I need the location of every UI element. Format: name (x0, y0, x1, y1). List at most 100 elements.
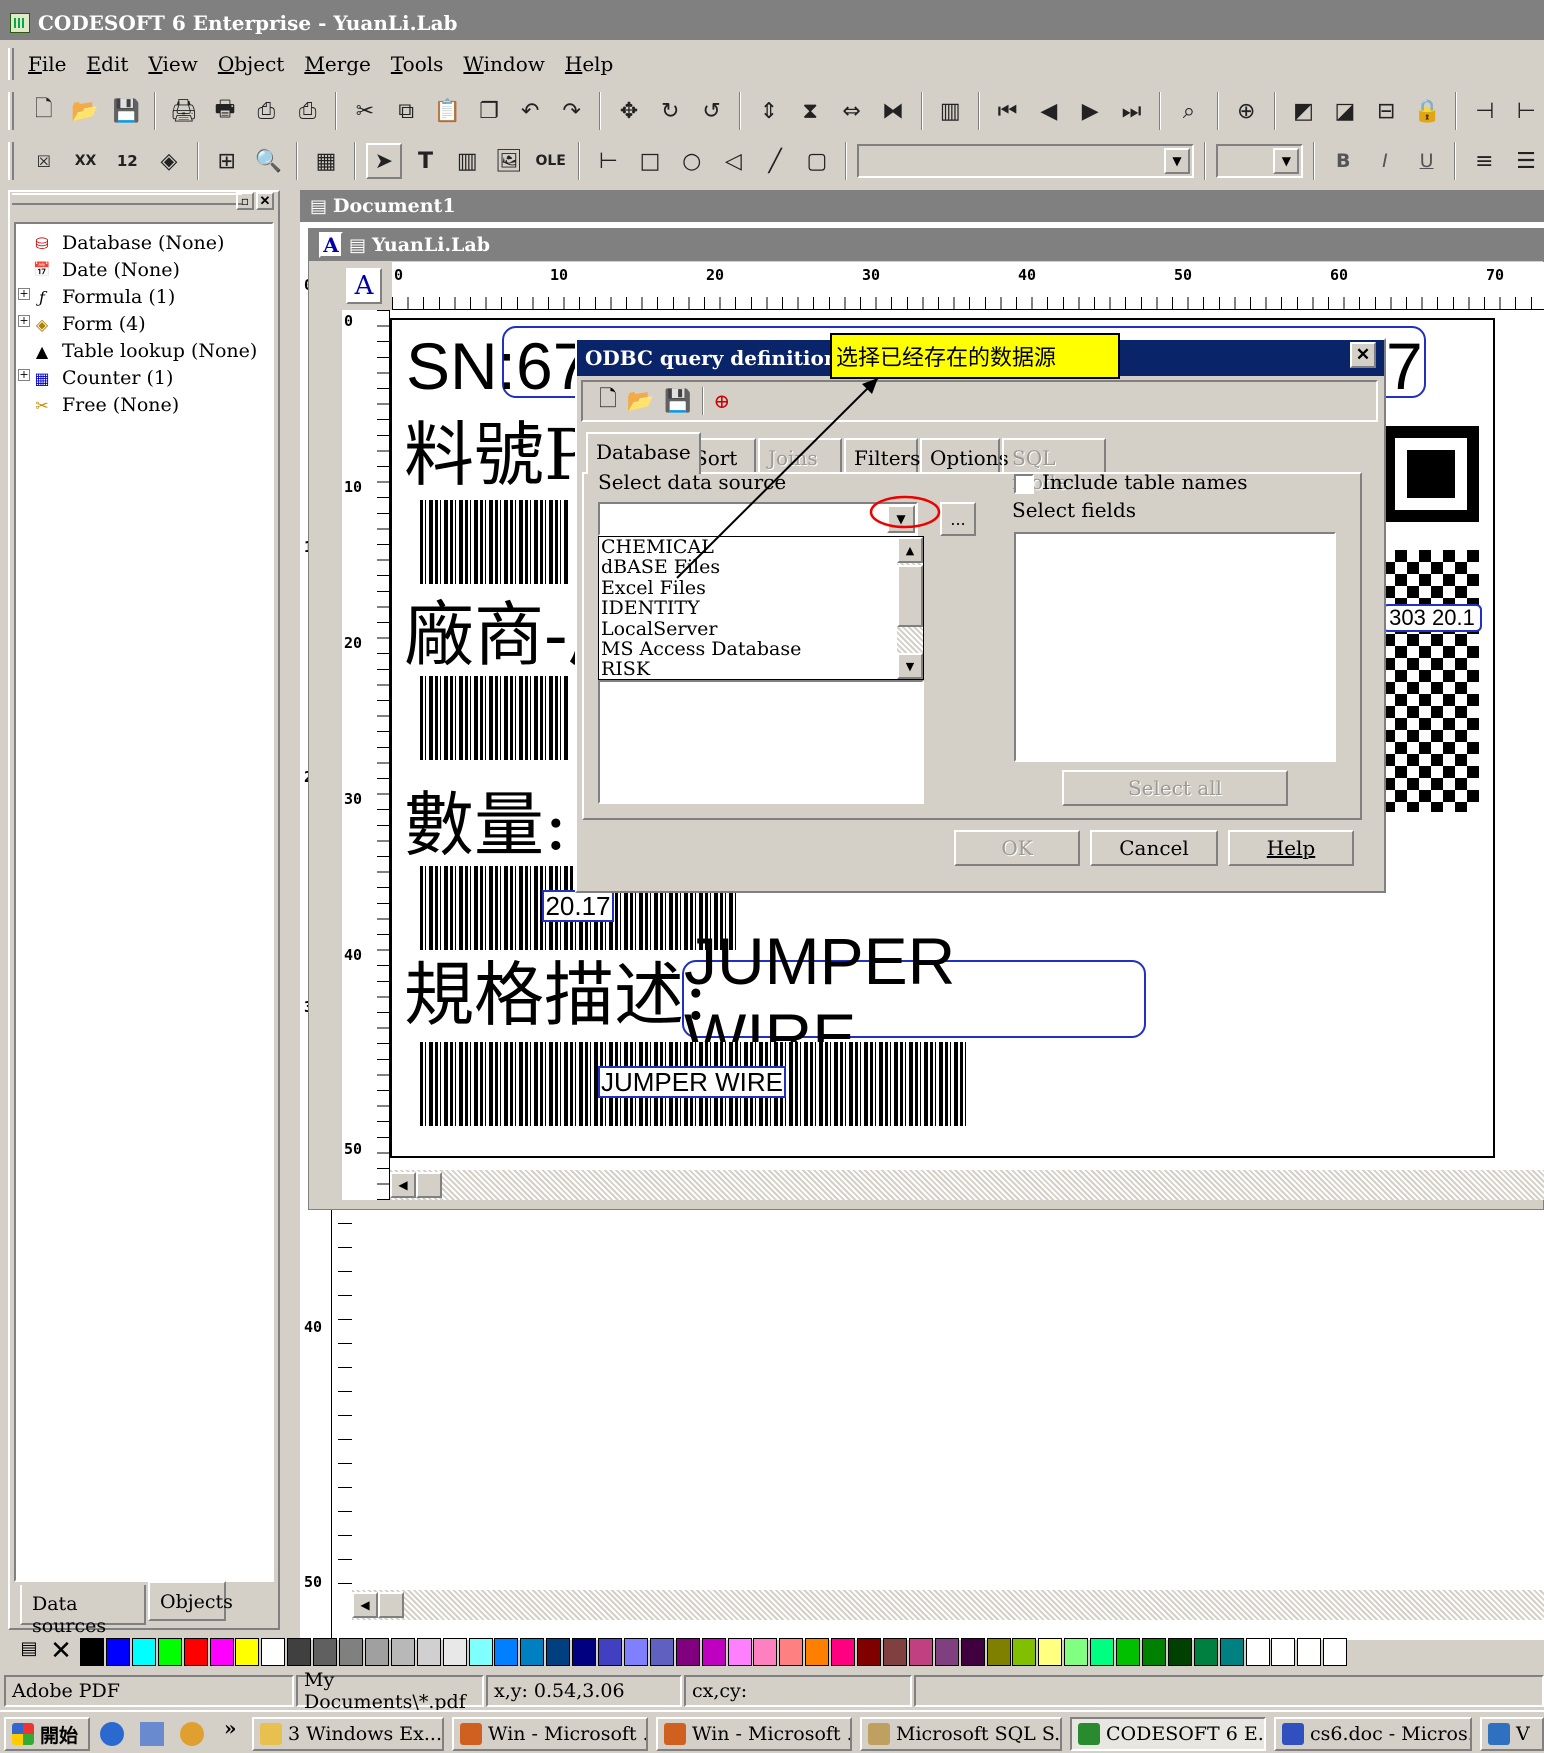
open-icon[interactable]: 📂 (67, 93, 102, 129)
menu-edit[interactable]: Edit (87, 52, 129, 76)
tab-joins[interactable]: Joins (758, 438, 842, 474)
new-icon[interactable]: 🗋 (599, 382, 617, 420)
menu-tools[interactable]: Tools (391, 52, 444, 76)
sn-text[interactable]: SN:67 (406, 328, 589, 404)
font-name-combo[interactable]: ▼ (856, 144, 1194, 178)
ok-button[interactable]: OK (954, 830, 1080, 866)
line-tool-icon[interactable]: ⊢ (590, 143, 626, 179)
color-swatch[interactable] (157, 1638, 182, 1666)
color-swatch[interactable] (1038, 1638, 1063, 1666)
tree-item-counter[interactable]: ▦ Counter (1) (30, 365, 173, 391)
color-swatch[interactable] (857, 1638, 881, 1666)
quantity-value[interactable]: 20.17 (542, 890, 614, 922)
tree-item-formula[interactable]: ƒ Formula (1) (30, 284, 175, 310)
query-help-icon[interactable]: ⊕ (714, 389, 731, 413)
database-toolbar-icon[interactable]: ▥ (933, 93, 968, 129)
tab-database[interactable]: Database (586, 432, 701, 474)
data-source-option[interactable]: MS Access Database (601, 639, 891, 660)
italic-button[interactable]: I (1367, 143, 1403, 179)
ellipse-tool-icon[interactable]: ○ (674, 143, 710, 179)
color-swatch[interactable] (494, 1638, 519, 1666)
browse-button[interactable]: ... (940, 502, 976, 536)
task-codesoft[interactable]: CODESOFT 6 E... (1070, 1717, 1266, 1751)
tab-sql-mode[interactable]: SQL mode (1002, 438, 1106, 494)
variable-xx-icon[interactable]: XX (68, 143, 104, 179)
menu-object[interactable]: Object (218, 52, 284, 76)
undo-icon[interactable]: ↶ (513, 93, 548, 129)
counter-12-icon[interactable]: 12 (109, 143, 145, 179)
desktop-icon[interactable] (140, 1722, 164, 1746)
color-swatch[interactable] (390, 1638, 415, 1666)
quicklaunch-more[interactable]: » (224, 1716, 237, 1740)
task-win-microsoft-2[interactable]: Win - Microsoft ... (656, 1717, 852, 1751)
color-swatch[interactable] (235, 1638, 260, 1666)
open-icon[interactable]: 📂 (627, 389, 654, 414)
rotate-right-icon[interactable]: ↻ (653, 93, 688, 129)
color-swatch[interactable] (727, 1638, 752, 1666)
tab-objects[interactable]: Objects (148, 1581, 233, 1621)
qr-text[interactable]: 303 20.1 (1382, 604, 1482, 632)
tree-view-icon[interactable]: ⊞ (209, 143, 245, 179)
chevron-down-icon[interactable]: ▼ (1273, 148, 1300, 174)
chevron-down-icon[interactable]: ▼ (887, 505, 915, 533)
send-back-icon[interactable]: ◪ (1327, 93, 1362, 129)
task-sql-server[interactable]: Microsoft SQL S... (860, 1717, 1062, 1751)
start-button[interactable]: 開始 (4, 1717, 90, 1751)
label-mode-icon[interactable]: A (319, 232, 343, 258)
color-swatch[interactable] (1193, 1638, 1218, 1666)
bold-button[interactable]: B (1325, 143, 1361, 179)
panel-close-icon[interactable]: ✕ (256, 192, 274, 210)
description-value[interactable]: JUMPER WIRE (682, 924, 1146, 1074)
task-other[interactable]: V (1480, 1717, 1544, 1751)
distribute-vertical-icon[interactable]: ⧗ (793, 93, 828, 129)
vendor-barcode[interactable] (420, 676, 570, 760)
color-swatch[interactable] (831, 1638, 856, 1666)
color-swatch[interactable] (1064, 1638, 1089, 1666)
color-swatch[interactable] (908, 1638, 933, 1666)
redo-icon[interactable]: ↷ (554, 93, 589, 129)
color-swatch[interactable] (261, 1638, 286, 1666)
color-swatch[interactable] (105, 1638, 130, 1666)
color-swatch[interactable] (183, 1638, 208, 1666)
color-swatch[interactable] (986, 1638, 1011, 1666)
color-swatch[interactable] (623, 1638, 648, 1666)
tree-item-table-lookup[interactable]: ▲ Table lookup (None) (30, 338, 257, 364)
data-source-option[interactable]: RISK (601, 659, 891, 680)
data-source-option[interactable]: CHEMICAL (601, 537, 891, 558)
color-swatch[interactable] (520, 1638, 545, 1666)
color-swatch[interactable] (779, 1638, 804, 1666)
print-preview-icon[interactable]: ⎙ (249, 93, 284, 129)
tab-filters[interactable]: Filters (844, 438, 920, 474)
first-record-icon[interactable]: ⏮ (990, 93, 1025, 129)
color-swatch[interactable] (1116, 1638, 1140, 1666)
copy-icon[interactable]: ⧉ (389, 93, 424, 129)
color-swatch[interactable] (416, 1638, 441, 1666)
panel-grip[interactable] (12, 193, 242, 205)
data-source-combo[interactable]: ▼ (598, 502, 918, 536)
query-help-icon[interactable]: ⊕ (1229, 93, 1264, 129)
scroll-up-icon[interactable]: ▲ (897, 537, 923, 563)
ie-icon[interactable] (100, 1722, 124, 1746)
color-swatch[interactable] (287, 1638, 312, 1666)
table-list[interactable] (598, 680, 924, 804)
barcode-tool-icon[interactable]: ▥ (449, 143, 485, 179)
ole-tool-icon[interactable]: OLE (533, 143, 569, 179)
form-icon[interactable]: ◈ (151, 143, 187, 179)
diagonal-line-icon[interactable]: ╱ (757, 143, 793, 179)
tab-data-sources[interactable]: Data sources (20, 1585, 146, 1637)
printer-icon[interactable]: ⎙ (290, 93, 325, 129)
palette-fill-icon[interactable]: ▤ (16, 1638, 42, 1666)
scroll-left-icon[interactable]: ◀ (352, 1592, 378, 1618)
dialog-close-button[interactable]: ✕ (1350, 342, 1376, 368)
color-swatch[interactable] (805, 1638, 830, 1666)
align-right-icon[interactable]: ⊢ (1509, 93, 1544, 129)
task-win-microsoft-1[interactable]: Win - Microsoft ... (452, 1717, 648, 1751)
color-swatch[interactable] (882, 1638, 907, 1666)
color-swatch[interactable] (753, 1638, 778, 1666)
previous-record-icon[interactable]: ◀ (1031, 93, 1066, 129)
menu-help[interactable]: Help (565, 52, 614, 76)
color-swatch[interactable] (960, 1638, 985, 1666)
menu-view[interactable]: View (148, 52, 197, 76)
color-swatch[interactable] (675, 1638, 700, 1666)
color-swatch[interactable] (442, 1638, 467, 1666)
